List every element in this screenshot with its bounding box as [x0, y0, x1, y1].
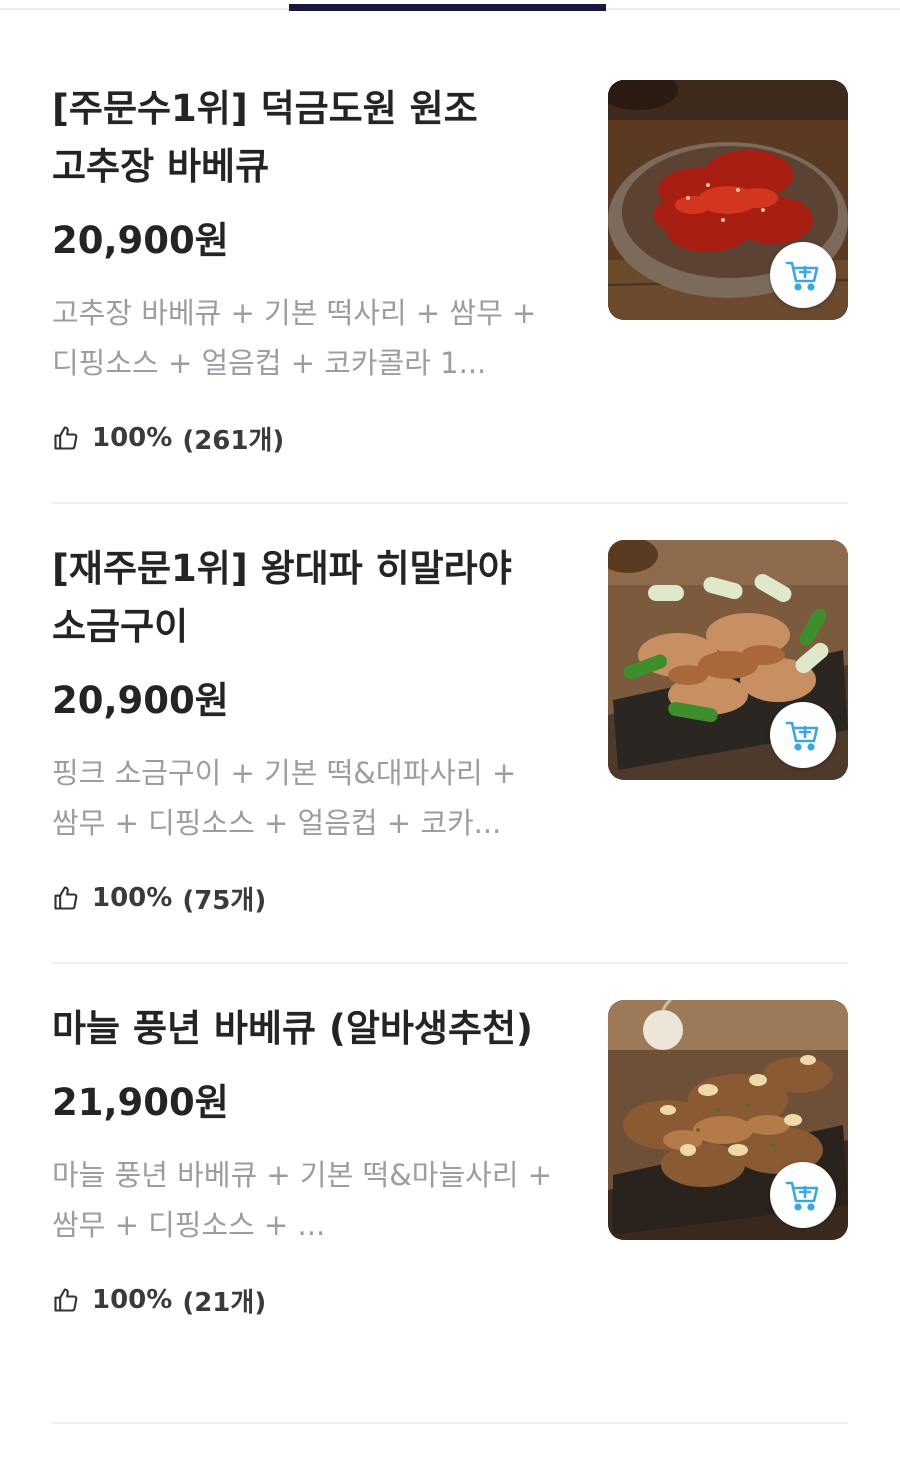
add-to-cart-icon	[785, 261, 819, 291]
salt-grill-food-image[interactable]	[608, 540, 848, 780]
rating-percent: 100%	[92, 1285, 173, 1315]
menu-item[interactable]: [주문수1위] 덕금도원 원조 고추장 바베큐 20,900원 고추장 바베큐 …	[52, 80, 848, 540]
rating-percent: 100%	[92, 883, 173, 913]
thumbs-up-icon	[52, 884, 80, 912]
menu-item-description: 핑크 소금구이 + 기본 떡&대파사리 + 쌈무 + 디핑소스 + 얼음컵 + …	[52, 756, 517, 840]
menu-item-rating: 100% (21개)	[52, 1282, 572, 1318]
menu-item-info: [재주문1위] 왕대파 히말라야 소금구이 20,900원 핑크 소금구이 + …	[52, 540, 572, 916]
add-to-cart-icon	[785, 1181, 819, 1211]
menu-item-price: 20,900원	[52, 679, 229, 722]
review-count: (21개)	[182, 1287, 267, 1318]
add-to-cart-button[interactable]	[770, 1162, 836, 1228]
menu-item-rating: 100% (75개)	[52, 880, 572, 916]
review-count: (261개)	[182, 425, 285, 456]
add-to-cart-button[interactable]	[770, 702, 836, 768]
menu-item-price: 20,900원	[52, 219, 229, 262]
menu-item-info: 마늘 풍년 바베큐 (알바생추천) 21,900원 마늘 풍년 바베큐 + 기본…	[52, 1000, 572, 1318]
menu-item-price: 21,900원	[52, 1081, 229, 1124]
menu-item[interactable]: 마늘 풍년 바베큐 (알바생추천) 21,900원 마늘 풍년 바베큐 + 기본…	[52, 1000, 848, 1460]
menu-item-description: 고추장 바베큐 + 기본 떡사리 + 쌈무 + 디핑소스 + 얼음컵 + 코카콜…	[52, 296, 537, 380]
menu-item-title: 마늘 풍년 바베큐 (알바생추천)	[52, 1007, 533, 1050]
rating-percent: 100%	[92, 423, 173, 453]
divider	[52, 962, 848, 964]
menu-list: [주문수1위] 덕금도원 원조 고추장 바베큐 20,900원 고추장 바베큐 …	[52, 80, 848, 1460]
spicy-bbq-food-image[interactable]	[608, 80, 848, 320]
divider	[52, 502, 848, 504]
menu-item-title: [주문수1위] 덕금도원 원조 고추장 바베큐	[52, 87, 478, 188]
garlic-bbq-food-image[interactable]	[608, 1000, 848, 1240]
menu-item-rating: 100% (261개)	[52, 420, 572, 456]
menu-item[interactable]: [재주문1위] 왕대파 히말라야 소금구이 20,900원 핑크 소금구이 + …	[52, 540, 848, 1000]
add-to-cart-button[interactable]	[770, 242, 836, 308]
add-to-cart-icon	[785, 721, 819, 751]
menu-item-info: [주문수1위] 덕금도원 원조 고추장 바베큐 20,900원 고추장 바베큐 …	[52, 80, 572, 456]
menu-item-title: [재주문1위] 왕대파 히말라야 소금구이	[52, 547, 512, 648]
thumbs-up-icon	[52, 1286, 80, 1314]
thumbs-up-icon	[52, 424, 80, 452]
menu-item-description: 마늘 풍년 바베큐 + 기본 떡&마늘사리 + 쌈무 + 디핑소스 + ...	[52, 1158, 553, 1242]
divider	[52, 1422, 848, 1424]
review-count: (75개)	[182, 885, 267, 916]
active-tab-indicator	[289, 4, 606, 11]
